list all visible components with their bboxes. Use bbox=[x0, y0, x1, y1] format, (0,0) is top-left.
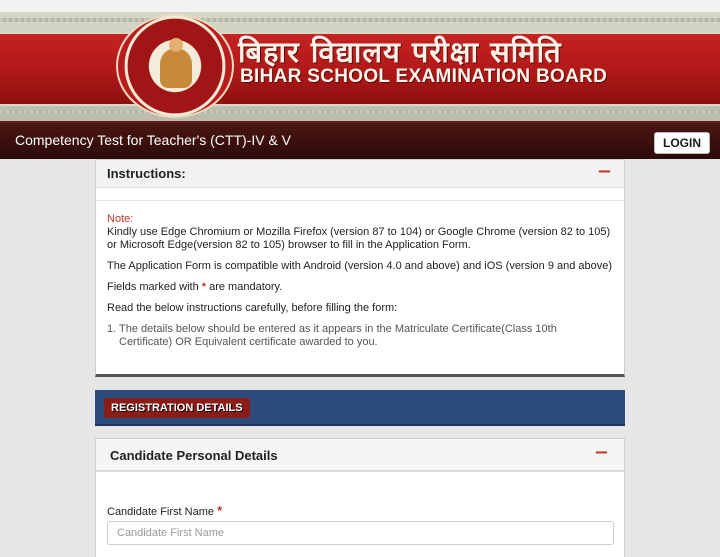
list-item: 1. The details below should be entered a… bbox=[107, 323, 557, 348]
collapse-icon[interactable]: − bbox=[594, 443, 609, 463]
divider bbox=[96, 188, 624, 201]
navbar: Competency Test for Teacher's (CTT)-IV &… bbox=[0, 121, 720, 159]
first-name-label: Candidate First Name * bbox=[107, 503, 223, 518]
instructions-body: Note: Kindly use Edge Chromium or Mozill… bbox=[96, 201, 624, 349]
read-instructions-note: Read the below instructions carefully, b… bbox=[107, 302, 398, 314]
personal-details-title: Candidate Personal Details bbox=[110, 448, 278, 463]
instructions-header[interactable]: Instructions: − bbox=[96, 160, 624, 188]
mandatory-note: Fields marked with * are mandatory. bbox=[107, 281, 283, 293]
header-banner: बिहार विद्यालय परीक्षा समिति BIHAR SCHOO… bbox=[0, 12, 720, 121]
banner-stripe bbox=[0, 18, 720, 22]
english-board-title: BIHAR SCHOOL EXAMINATION BOARD bbox=[240, 66, 608, 87]
first-name-input[interactable] bbox=[107, 521, 614, 545]
personal-details-header[interactable]: Candidate Personal Details − bbox=[96, 439, 624, 472]
instructions-title: Instructions: bbox=[107, 166, 186, 181]
required-asterisk: * bbox=[217, 503, 223, 518]
personal-details-panel: Candidate Personal Details − Candidate F… bbox=[95, 438, 625, 557]
page-title: Competency Test for Teacher's (CTT)-IV &… bbox=[15, 132, 292, 148]
compatibility-note: The Application Form is compatible with … bbox=[107, 260, 613, 272]
registration-badge: REGISTRATION DETAILS bbox=[104, 398, 250, 418]
collapse-icon[interactable]: − bbox=[597, 162, 612, 182]
seal-figure-icon bbox=[160, 38, 192, 88]
instruction-list: 1. The details below should be entered a… bbox=[107, 323, 613, 349]
login-button[interactable]: LOGIN bbox=[654, 132, 710, 154]
banner-stripe bbox=[0, 110, 720, 114]
board-seal-logo bbox=[116, 14, 234, 118]
top-strip bbox=[0, 0, 720, 12]
browser-note: Kindly use Edge Chromium or Mozilla Fire… bbox=[107, 226, 611, 251]
registration-bar: REGISTRATION DETAILS bbox=[95, 390, 625, 426]
instructions-panel: Instructions: − Note: Kindly use Edge Ch… bbox=[95, 159, 625, 377]
note-label: Note: bbox=[107, 213, 134, 225]
